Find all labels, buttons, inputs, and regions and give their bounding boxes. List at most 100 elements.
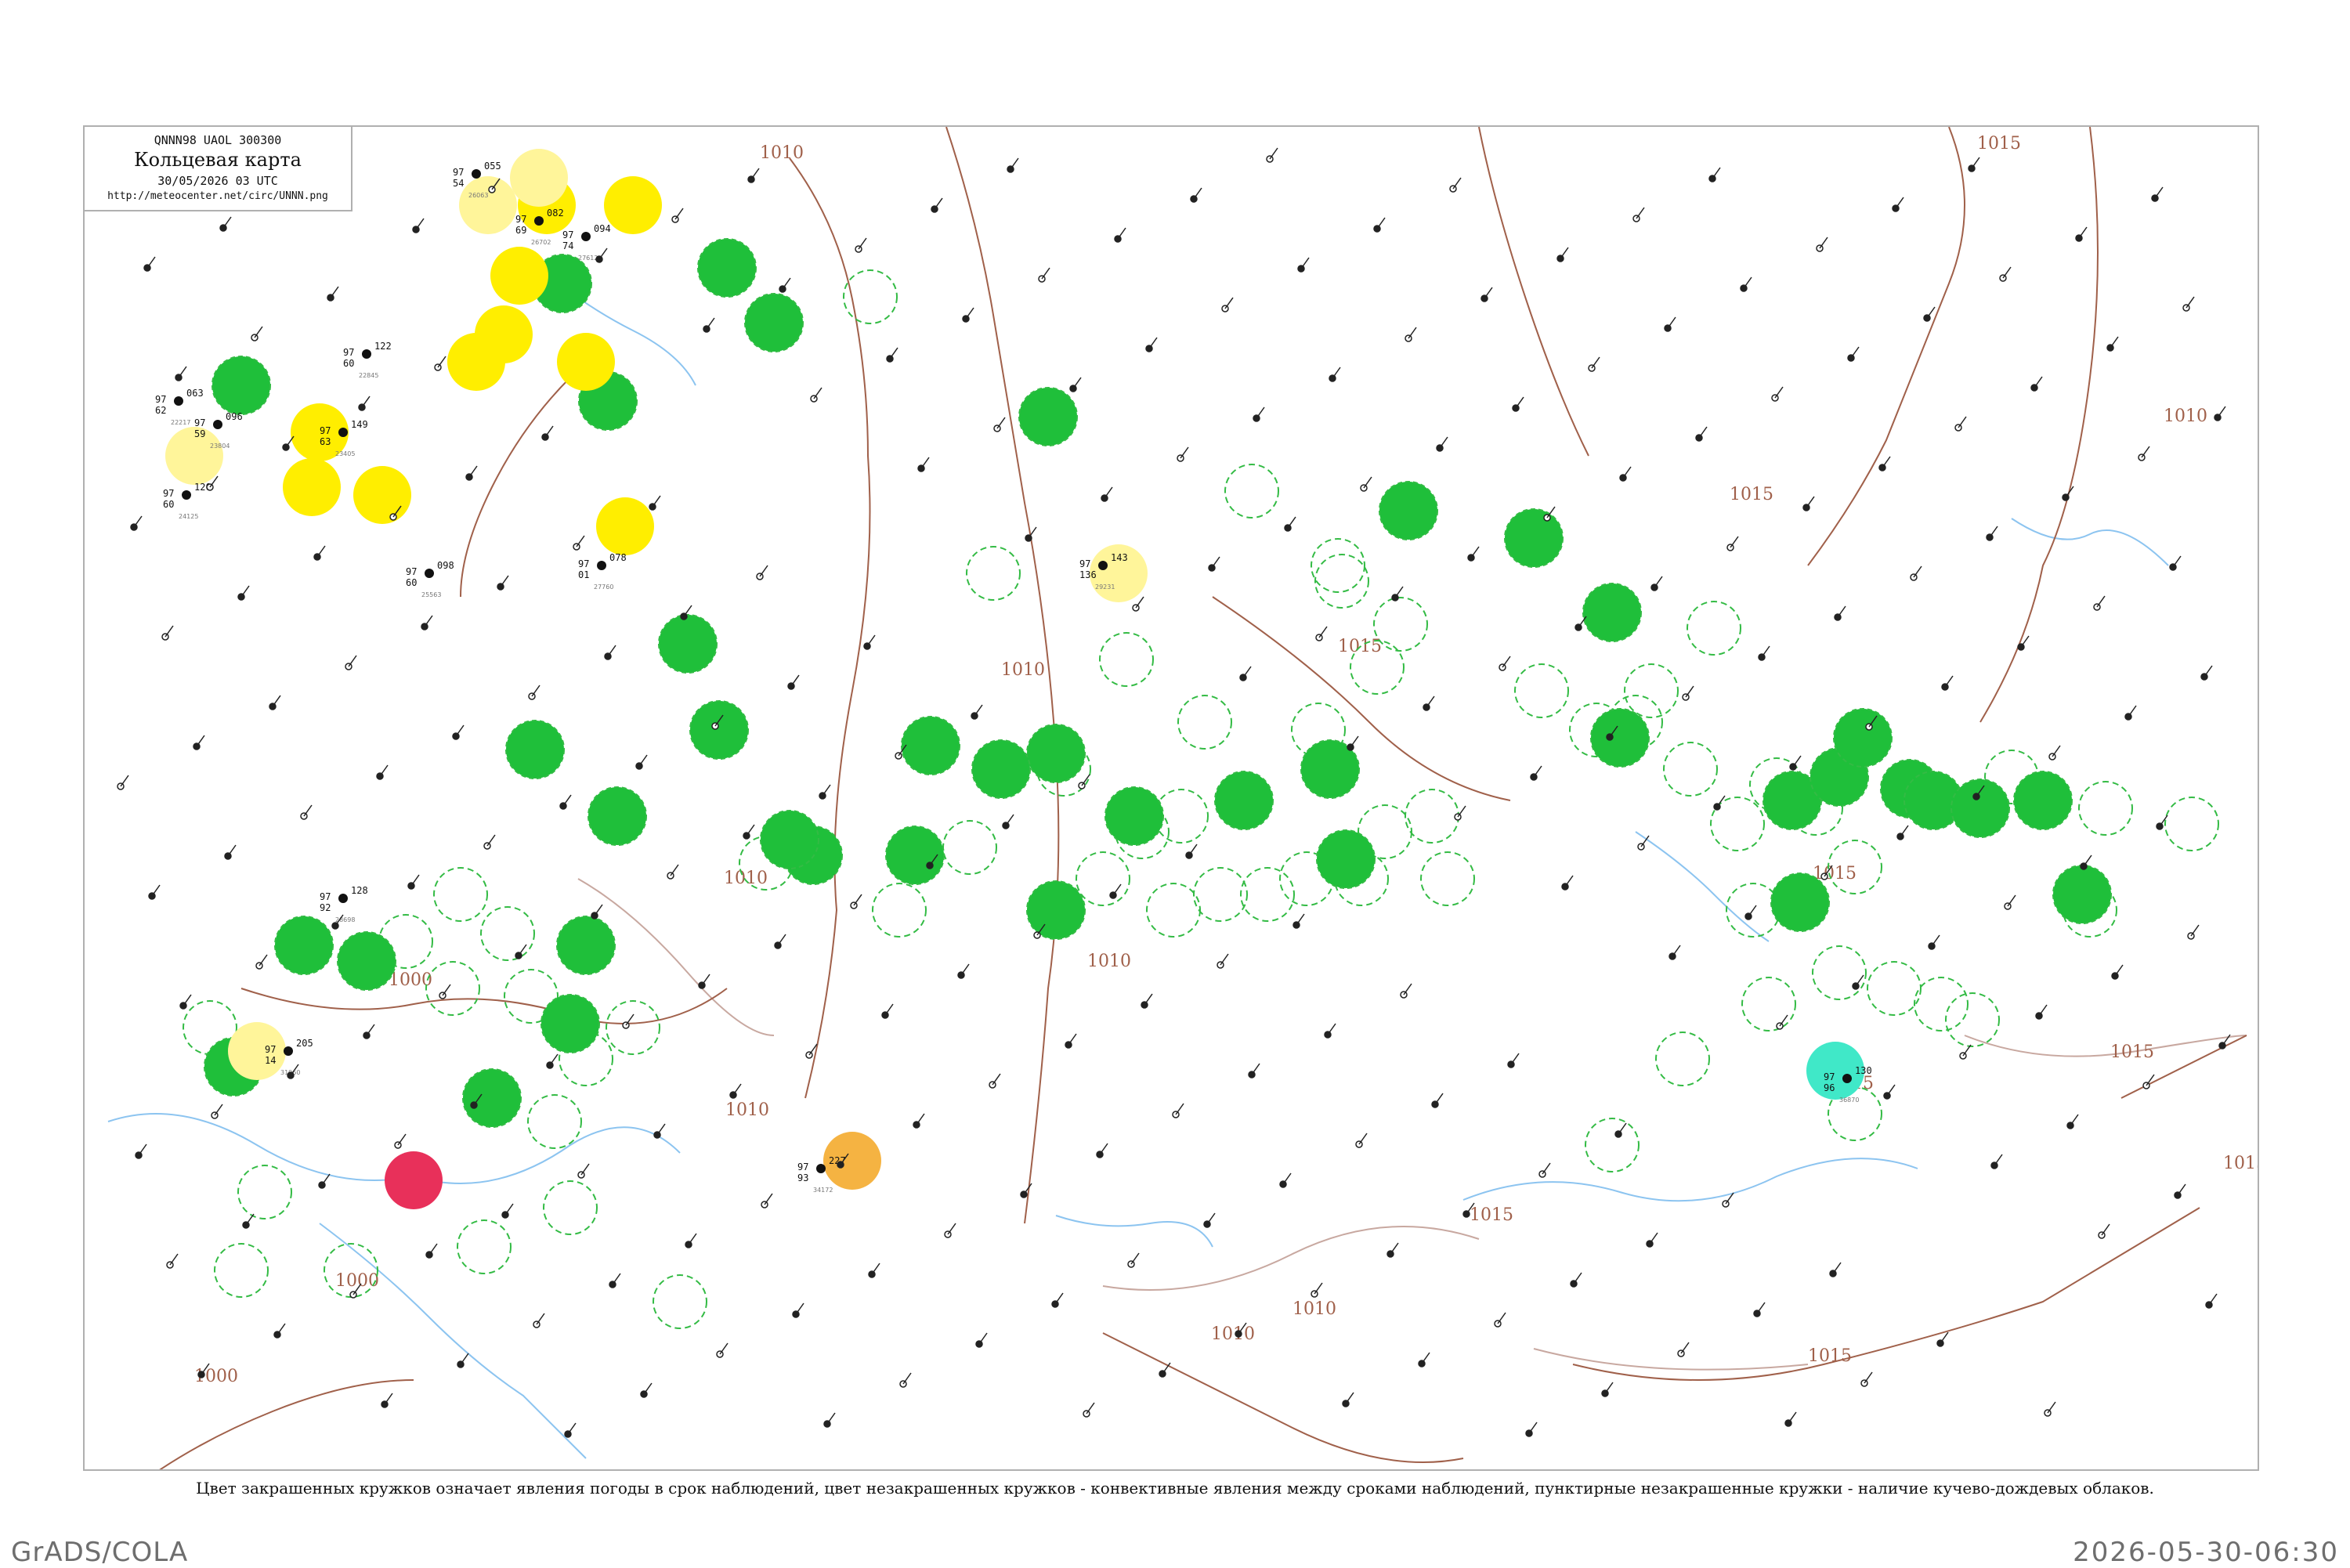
station-td: 60	[406, 577, 417, 588]
cb-cloud-circle	[237, 1165, 292, 1219]
wind-barb-icon	[1971, 157, 1980, 169]
wind-barb-icon	[1470, 546, 1480, 558]
wind-barb-icon	[884, 1003, 894, 1016]
wind-barb-icon	[1072, 377, 1082, 389]
cb-cloud-circle	[1405, 789, 1459, 844]
wind-barb-icon	[1005, 814, 1014, 826]
cb-cloud-circle	[1314, 554, 1369, 609]
wind-barb-icon	[1837, 605, 1846, 618]
wind-barb-icon	[1148, 337, 1158, 349]
wind-barb-icon	[607, 645, 616, 657]
station-t: 97	[163, 488, 174, 499]
cb-cloud-circle	[1224, 464, 1279, 518]
station-t: 97	[155, 394, 166, 405]
wind-barb-icon	[822, 784, 831, 797]
water-features	[107, 267, 2169, 1459]
station-plot: 078 9701 27760	[578, 552, 627, 591]
wind-barb-icon	[1528, 1422, 1538, 1434]
station-dot-icon	[338, 894, 348, 903]
wind-barb-icon	[379, 764, 389, 777]
wind-barb-icon	[384, 1393, 393, 1405]
station-td: 74	[562, 240, 573, 251]
wind-barb-icon	[1099, 1143, 1108, 1155]
footer-software: GrADS/COLA	[11, 1537, 189, 1568]
wind-barb-icon	[245, 1213, 255, 1226]
wind-barb-icon	[1698, 426, 1708, 439]
station-t: 97	[797, 1162, 808, 1172]
cb-cloud-circle	[433, 867, 488, 922]
weather-circle-rain	[760, 810, 819, 869]
wind-barb-icon	[2208, 1293, 2218, 1306]
wind-barb-icon	[178, 366, 187, 378]
wind-barb-icon	[1068, 1033, 1077, 1046]
wind-barb-icon	[612, 1273, 621, 1285]
wind-barb-icon	[1502, 656, 1511, 668]
weather-circle-rain	[1833, 708, 1893, 768]
wind-barb-icon	[2190, 924, 2200, 937]
wind-barb-icon	[1434, 1093, 1444, 1105]
wind-barb-icon	[1452, 177, 1462, 190]
isobar-label: 1010	[724, 869, 768, 888]
station-td: 63	[320, 436, 331, 447]
cb-cloud-circle	[1812, 945, 1867, 1000]
wind-barb-icon	[1716, 795, 1726, 807]
wind-barb-icon	[214, 1104, 223, 1116]
cb-cloud-circle	[1867, 961, 1922, 1016]
weather-circle-rain	[588, 786, 647, 846]
wind-barb-icon	[1135, 596, 1144, 609]
map-title-box: QNNN98 UAOL 300300 Кольцевая карта 30/05…	[83, 125, 352, 211]
station-t: 97	[194, 417, 205, 428]
station-p: 078	[609, 552, 627, 563]
wind-barb-icon	[2047, 1401, 2056, 1414]
wind-barb-icon	[120, 775, 129, 787]
wind-barb-icon	[2078, 226, 2088, 239]
cb-cloud-circle	[942, 820, 997, 875]
wind-barb-icon	[1041, 267, 1050, 280]
wind-barb-icon	[227, 844, 237, 857]
wind-barb-icon	[1962, 1044, 1972, 1057]
station-code: 26702	[531, 239, 551, 246]
wind-barb-icon	[978, 1332, 988, 1345]
weather-circle-fog	[596, 497, 654, 555]
wind-barb-icon	[254, 326, 263, 338]
station-dot-icon	[284, 1046, 293, 1056]
wind-barb-icon	[1112, 883, 1122, 896]
wind-barb-icon	[902, 1372, 912, 1385]
wind-barb-icon	[1363, 476, 1372, 489]
wind-barb-icon	[258, 954, 268, 966]
station-dot-icon	[1098, 561, 1108, 570]
wind-barb-icon	[1761, 645, 1770, 658]
wind-barb-icon	[428, 1243, 438, 1255]
cb-cloud-circle	[1655, 1031, 1710, 1086]
weather-circle-rain	[1379, 481, 1438, 540]
wind-barb-icon	[1497, 1312, 1506, 1324]
wind-barb-icon	[1175, 1103, 1184, 1115]
wind-barb-icon	[1819, 237, 1828, 249]
station-p: 143	[1111, 552, 1128, 563]
cb-cloud-circle	[1585, 1118, 1640, 1172]
wind-barb-icon	[1654, 576, 1663, 588]
cb-cloud-circle	[606, 1000, 660, 1055]
cb-cloud-circle	[480, 906, 535, 961]
wind-barb-icon	[303, 804, 313, 817]
station-td: 62	[155, 405, 166, 416]
map-title: Кольцевая карта	[134, 149, 302, 171]
wind-barb-icon	[965, 307, 974, 320]
isobar-label: 1015	[1730, 485, 1773, 504]
wind-barb-icon	[889, 347, 898, 359]
cb-cloud-circle	[1663, 742, 1718, 797]
wind-barb-icon	[549, 1053, 559, 1066]
cb-cloud-circle	[1146, 883, 1201, 938]
weather-circle-rain	[1770, 873, 1830, 932]
wind-barb-icon	[1864, 1371, 1873, 1384]
wind-barb-icon	[361, 396, 371, 408]
wind-barb-icon	[1542, 1162, 1551, 1175]
wind-barb-icon	[701, 974, 710, 986]
wind-barb-icon	[164, 625, 174, 638]
wind-barb-icon	[1188, 844, 1198, 856]
station-p: 098	[437, 560, 454, 571]
wind-barb-icon	[866, 634, 876, 647]
wind-barb-icon	[947, 1223, 956, 1235]
wind-barb-icon	[732, 1083, 742, 1096]
wind-barb-icon	[643, 1382, 653, 1395]
